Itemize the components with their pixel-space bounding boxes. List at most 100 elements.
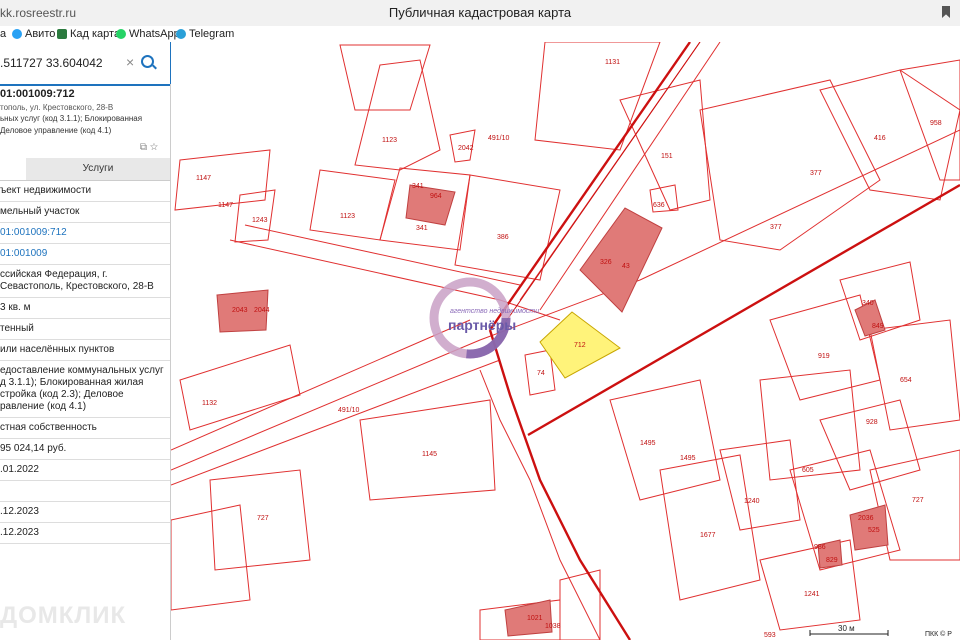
attribute-row: стная собственность bbox=[0, 418, 170, 439]
object-use-line2: Деловое управление (код 4.1) bbox=[0, 126, 112, 135]
parcel-label: 340 bbox=[862, 300, 874, 307]
cadastral-number: 01:001009:712 bbox=[0, 88, 75, 100]
logo-tagline: агентство недвижимости bbox=[450, 307, 539, 315]
attribute-row: 3 кв. м bbox=[0, 298, 170, 319]
bookmark-kadkarta[interactable]: Кад карта bbox=[57, 28, 120, 40]
parcel-label: 919 bbox=[818, 353, 830, 360]
parcel-label: 1021 bbox=[527, 615, 543, 622]
bookmark-label: Telegram bbox=[189, 28, 235, 40]
browser-toolbar: kk.rosreestr.ru Публичная кадастровая ка… bbox=[0, 0, 960, 27]
bookmark-label: Кад карта bbox=[70, 28, 121, 40]
scale-label: 30 м bbox=[838, 624, 855, 633]
attribute-row: .01.2022 bbox=[0, 460, 170, 481]
parcel-label: 1495 bbox=[680, 455, 696, 462]
parcel-label: 928 bbox=[866, 419, 878, 426]
parcel-label: 636 bbox=[653, 202, 665, 209]
bookmark-label: Авито bbox=[25, 28, 56, 40]
parcel-label: 1132 bbox=[202, 400, 217, 407]
parcel-label: 491/10 bbox=[338, 407, 360, 414]
parcel-label: 1147 bbox=[218, 202, 233, 209]
cadastral-map[interactable]: агентство недвижимости партнёры 1131 491/… bbox=[171, 42, 960, 640]
parcel-label: 326 bbox=[600, 259, 612, 266]
parcel-label: 416 bbox=[874, 135, 886, 142]
attribute-row[interactable]: 01:001009:712 bbox=[0, 223, 170, 244]
parcel-label: 964 bbox=[430, 193, 442, 200]
attribute-row: едоставление коммунальных услуг д 3.1.1)… bbox=[0, 361, 170, 418]
domclick-watermark: ДОМКЛИК bbox=[0, 602, 127, 629]
parcel-label: 1243 bbox=[252, 217, 268, 224]
parcel-label: 727 bbox=[257, 515, 269, 522]
object-header: 01:001009:712 тополь, ул. Крестовского, … bbox=[0, 86, 170, 136]
parcel-label: 1123 bbox=[382, 137, 397, 144]
map-icon bbox=[57, 29, 67, 39]
attribute-row: .12.2023 bbox=[0, 502, 170, 523]
attribute-row: ъект недвижимости bbox=[0, 181, 170, 202]
parcel-label: 727 bbox=[912, 497, 924, 504]
attribute-row: мельный участок bbox=[0, 202, 170, 223]
parcel-label: 377 bbox=[810, 170, 822, 177]
parcel-label: 377 bbox=[770, 224, 782, 231]
attribute-row[interactable]: 01:001009 bbox=[0, 244, 170, 265]
parcel-label: 2043 bbox=[232, 307, 248, 314]
parcel-label: 958 bbox=[930, 120, 942, 127]
clear-icon[interactable]: × bbox=[126, 54, 134, 70]
parcel-label: 386 bbox=[497, 234, 509, 241]
chart-icon[interactable]: ⧉ bbox=[140, 142, 147, 153]
attribute-row: или населённых пунктов bbox=[0, 340, 170, 361]
parcel-label: 654 bbox=[900, 377, 912, 384]
search-input[interactable] bbox=[0, 54, 118, 72]
parcel-label: 849 bbox=[872, 323, 884, 330]
sidebar-tabs: Услуги bbox=[0, 158, 170, 181]
object-use-line1: ьных услуг (код 3.1.1); Блокированная bbox=[0, 114, 143, 123]
parcel-label: 1147 bbox=[196, 175, 211, 182]
bookmark-label: а bbox=[0, 28, 7, 40]
tab-info[interactable] bbox=[0, 158, 26, 180]
parcel-label: 1038 bbox=[545, 623, 561, 630]
bookmark-avito[interactable]: Авито bbox=[12, 28, 55, 40]
bookmark-whatsapp[interactable]: WhatsApp bbox=[116, 28, 180, 40]
parcel-label: 74 bbox=[537, 370, 545, 377]
telegram-icon bbox=[176, 29, 186, 39]
bookmark-telegram[interactable]: Telegram bbox=[176, 28, 234, 40]
parcel-label: 1145 bbox=[422, 451, 437, 458]
parcel-label: 2036 bbox=[858, 515, 874, 522]
parcel-label: 1131 bbox=[605, 59, 620, 66]
page-title: Публичная кадастровая карта bbox=[388, 5, 572, 20]
parcel-label: 525 bbox=[868, 527, 880, 534]
map-canvas[interactable]: агентство недвижимости партнёры 1131 491/… bbox=[171, 42, 960, 640]
parcel-label: 1240 bbox=[744, 498, 760, 505]
attribute-row: ссийская Федерация, г. Севастополь, Крес… bbox=[0, 265, 170, 298]
attribute-row: 95 024,14 руб. bbox=[0, 439, 170, 460]
object-address: тополь, ул. Крестовского, 28-В bbox=[0, 103, 114, 112]
bookmarks-bar: а Авито Кад карта WhatsApp Telegram bbox=[0, 26, 960, 42]
attribute-row: .12.2023 bbox=[0, 523, 170, 544]
logo-name: партнёры bbox=[448, 317, 516, 333]
bookmark-label: WhatsApp bbox=[129, 28, 180, 40]
parcel-label: 341 bbox=[416, 225, 428, 232]
parcel-label: 1495 bbox=[640, 440, 656, 447]
parcel-label: 986 bbox=[814, 544, 826, 551]
bookmark-folder[interactable]: а bbox=[0, 28, 6, 40]
info-sidebar: × 01:001009:712 тополь, ул. Крестовского… bbox=[0, 42, 171, 640]
attribute-list: ъект недвижимости мельный участок 01:00100… bbox=[0, 181, 170, 544]
parcel-label: 605 bbox=[802, 467, 814, 474]
star-icon[interactable]: ☆ bbox=[150, 142, 158, 153]
whatsapp-icon bbox=[116, 29, 126, 39]
parcel-label: 1123 bbox=[340, 213, 355, 220]
attribute-row bbox=[0, 481, 170, 502]
parcel-label: 2044 bbox=[254, 307, 270, 314]
parcel-label: 491/10 bbox=[488, 135, 510, 142]
map-attribution: ПКК © Р bbox=[925, 630, 952, 638]
parcel-label: 151 bbox=[661, 153, 673, 160]
avito-icon bbox=[12, 29, 22, 39]
attribute-row: тенный bbox=[0, 319, 170, 340]
tab-services[interactable]: Услуги bbox=[26, 158, 170, 180]
parcel-label: 341 bbox=[412, 183, 424, 190]
parcel-label: 43 bbox=[622, 263, 630, 270]
parcel-label: 2042 bbox=[458, 145, 474, 152]
search-icon[interactable] bbox=[141, 55, 154, 68]
parcel-label: 1241 bbox=[804, 591, 820, 598]
object-tools: ⧉ ☆ bbox=[140, 142, 158, 153]
search-box: × bbox=[0, 42, 170, 86]
parcel-label: 593 bbox=[764, 632, 776, 639]
